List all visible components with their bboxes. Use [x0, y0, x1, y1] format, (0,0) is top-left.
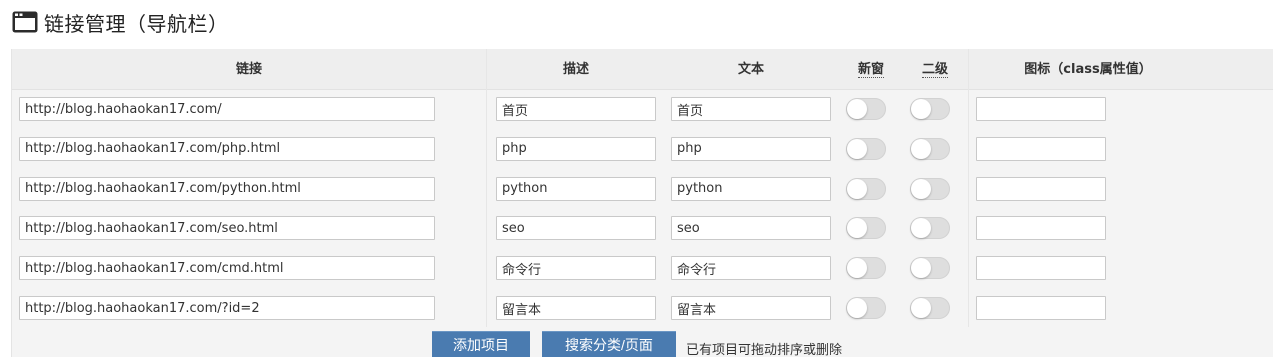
- browser-window-icon: [12, 11, 38, 33]
- second-level-toggle[interactable]: [910, 297, 950, 319]
- search-category-page-button[interactable]: 搜索分类/页面: [542, 331, 676, 357]
- toggle-knob: [847, 218, 867, 239]
- table-row: [12, 169, 1273, 209]
- description-input[interactable]: [496, 216, 656, 241]
- new-window-toggle[interactable]: [846, 257, 886, 280]
- toggle-knob: [847, 138, 867, 159]
- second-level-toggle[interactable]: [910, 98, 950, 120]
- icon-class-input[interactable]: [976, 176, 1106, 201]
- description-input[interactable]: [496, 256, 656, 281]
- second-level-toggle[interactable]: [910, 137, 950, 160]
- toggle-knob: [847, 178, 867, 199]
- link-url-input[interactable]: [19, 176, 435, 201]
- new-window-toggle[interactable]: [846, 297, 886, 319]
- header-description: 描述: [562, 62, 589, 77]
- link-url-input[interactable]: [19, 136, 435, 161]
- new-window-toggle[interactable]: [846, 217, 886, 240]
- header-link: 链接: [235, 62, 262, 77]
- header-second-level: 二级: [921, 62, 948, 78]
- toggle-knob: [911, 138, 931, 159]
- link-table: 链接 描述 文本 新窗 二级 图标（class属性值）: [11, 49, 1273, 357]
- icon-class-input[interactable]: [976, 296, 1106, 320]
- text-input[interactable]: [671, 216, 831, 241]
- new-window-toggle[interactable]: [846, 137, 886, 160]
- table-row: [12, 89, 1273, 129]
- add-item-button[interactable]: 添加项目: [432, 331, 530, 357]
- table-row: [12, 288, 1273, 328]
- icon-class-input[interactable]: [976, 97, 1106, 121]
- table-row: [12, 129, 1273, 169]
- description-input[interactable]: [496, 176, 656, 201]
- text-input[interactable]: [671, 136, 831, 161]
- toggle-knob: [847, 99, 867, 119]
- page-title: 链接管理（导航栏）: [44, 11, 229, 36]
- toggle-knob: [911, 298, 931, 318]
- text-input[interactable]: [671, 97, 831, 121]
- new-window-toggle[interactable]: [846, 98, 886, 120]
- second-level-toggle[interactable]: [910, 257, 950, 280]
- second-level-toggle[interactable]: [910, 177, 950, 200]
- text-input[interactable]: [671, 176, 831, 201]
- table-header: 链接 描述 文本 新窗 二级 图标（class属性值）: [12, 49, 1273, 90]
- header-new-window: 新窗: [857, 62, 884, 78]
- table-row: [12, 248, 1273, 288]
- toggle-knob: [847, 258, 867, 279]
- icon-class-input[interactable]: [976, 136, 1106, 161]
- text-input[interactable]: [671, 296, 831, 320]
- link-url-input[interactable]: [19, 296, 435, 320]
- toggle-knob: [911, 218, 931, 239]
- second-level-toggle[interactable]: [910, 217, 950, 240]
- link-url-input[interactable]: [19, 256, 435, 281]
- toggle-knob: [911, 258, 931, 279]
- description-input[interactable]: [496, 136, 656, 161]
- drag-sort-hint: 已有项目可拖动排序或删除: [686, 343, 843, 358]
- icon-class-input[interactable]: [976, 256, 1106, 281]
- link-url-input[interactable]: [19, 216, 435, 241]
- toggle-knob: [847, 298, 867, 318]
- header-text: 文本: [737, 62, 764, 77]
- description-input[interactable]: [496, 97, 656, 121]
- text-input[interactable]: [671, 256, 831, 281]
- toggle-knob: [911, 99, 931, 119]
- table-row: [12, 208, 1273, 248]
- description-input[interactable]: [496, 296, 656, 320]
- header-icon-class: 图标（class属性值）: [1024, 62, 1152, 77]
- icon-class-input[interactable]: [976, 216, 1106, 241]
- toggle-knob: [911, 178, 931, 199]
- page-header: 链接管理（导航栏）: [12, 6, 229, 38]
- new-window-toggle[interactable]: [846, 177, 886, 200]
- link-url-input[interactable]: [19, 97, 435, 121]
